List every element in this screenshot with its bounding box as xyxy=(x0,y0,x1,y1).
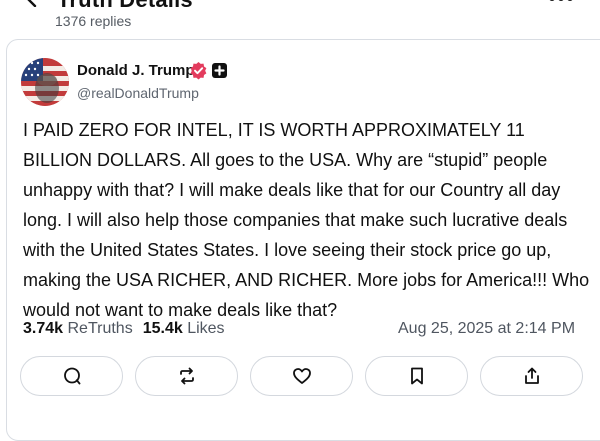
page-title: Truth Details xyxy=(57,0,193,13)
avatar[interactable] xyxy=(21,58,69,106)
bookmark-button[interactable] xyxy=(365,356,468,396)
comment-icon xyxy=(63,367,80,385)
verified-badge-icon xyxy=(190,61,207,80)
bookmark-icon xyxy=(410,367,423,385)
post-stats: 3.74k ReTruths 15.4k Likes xyxy=(23,320,225,338)
like-heart-icon xyxy=(292,368,311,384)
share-icon xyxy=(524,367,539,384)
author-handle[interactable]: @realDonaldTrump xyxy=(77,85,199,101)
action-bar xyxy=(20,356,600,400)
author-display-name[interactable]: Donald J. Trump xyxy=(77,62,195,79)
likes-label: Likes xyxy=(187,320,225,337)
retruth-icon xyxy=(179,367,194,385)
reply-button[interactable] xyxy=(20,356,123,396)
reply-count: 1376 replies xyxy=(55,13,132,29)
retruths-label: ReTruths xyxy=(67,320,133,337)
share-button[interactable] xyxy=(480,356,583,396)
like-button[interactable] xyxy=(250,356,353,396)
more-options-icon[interactable] xyxy=(548,0,574,2)
page-header: Truth Details 1376 replies xyxy=(0,0,600,36)
likes-count: 15.4k xyxy=(142,320,183,337)
post-timestamp: Aug 25, 2025 at 2:14 PM xyxy=(398,320,576,337)
post-text: I PAID ZERO FOR INTEL, IT IS WORTH APPRO… xyxy=(23,120,590,320)
retruth-button[interactable] xyxy=(135,356,238,396)
back-arrow-icon[interactable] xyxy=(24,0,40,7)
retruths-stat[interactable]: 3.74k ReTruths xyxy=(23,320,133,337)
plus-badge-icon xyxy=(212,63,227,78)
avatar-image xyxy=(21,58,69,106)
retruths-count: 3.74k xyxy=(23,320,64,337)
likes-stat[interactable]: 15.4k Likes xyxy=(143,320,225,337)
